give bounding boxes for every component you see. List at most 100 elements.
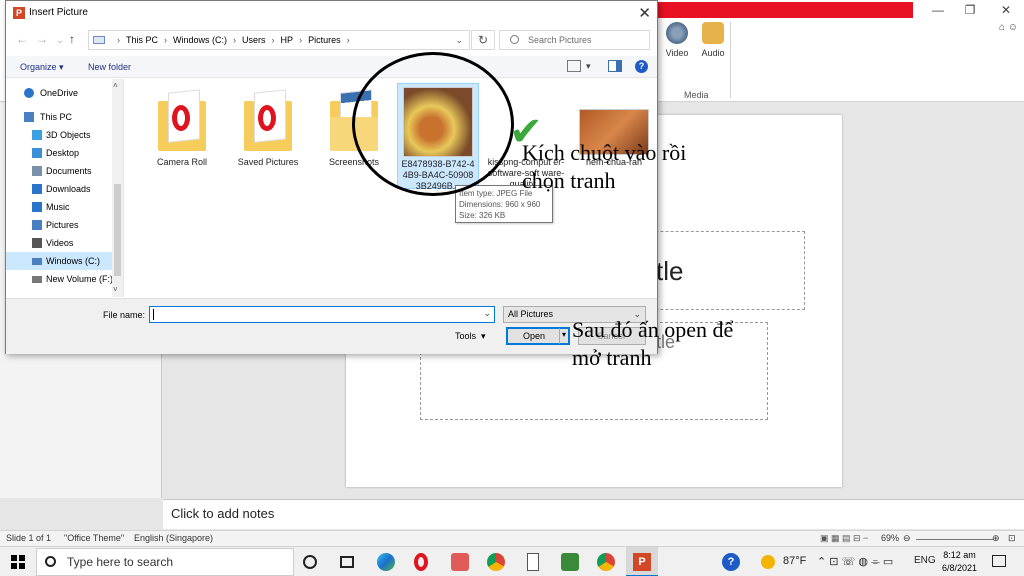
- nav-item-downloads[interactable]: Downloads: [6, 180, 112, 198]
- forward-arrow-icon[interactable]: →: [36, 32, 48, 46]
- dialog-close-button[interactable]: ✕: [638, 4, 651, 22]
- zoom-in-button[interactable]: ⊕: [992, 533, 1000, 544]
- nav-item-3d-objects[interactable]: 3D Objects: [6, 126, 112, 144]
- zoom-slider[interactable]: [916, 539, 994, 540]
- video-button[interactable]: Video: [664, 22, 690, 58]
- view-buttons[interactable]: ▣ ▦ ▤ ⊟ −: [820, 533, 868, 544]
- address-bar[interactable]: › This PC › Windows (C:) › Users › HP › …: [88, 30, 470, 50]
- app-icon[interactable]: [561, 553, 579, 571]
- nav-item-onedrive[interactable]: OneDrive: [6, 84, 112, 102]
- input-language[interactable]: ENG: [914, 555, 936, 566]
- up-arrow-icon[interactable]: ↑: [69, 32, 75, 46]
- powerpoint-taskbar-button[interactable]: P: [626, 547, 658, 576]
- nav-item-windows-c[interactable]: Windows (C:): [6, 252, 112, 270]
- nav-label: Pictures: [46, 220, 79, 230]
- opera-browser-icon[interactable]: [414, 553, 428, 571]
- breadcrumb-item[interactable]: Users: [242, 31, 266, 49]
- nav-label: Music: [46, 202, 70, 212]
- file-document-icon[interactable]: [527, 553, 539, 571]
- breadcrumb-item[interactable]: This PC: [126, 31, 158, 49]
- annotation-line: Kích chuột vào rồi: [522, 140, 687, 165]
- open-dropdown-icon[interactable]: ▾: [562, 330, 566, 339]
- search-placeholder: Search Pictures: [528, 35, 592, 45]
- scroll-up-icon[interactable]: ˄: [113, 81, 118, 90]
- zoom-level[interactable]: 69%: [881, 533, 899, 543]
- organize-label: Organize: [20, 62, 57, 72]
- annotation-circle: [352, 52, 514, 196]
- nav-scrollbar[interactable]: ˄ ˅: [112, 79, 123, 297]
- powerpoint-logo-icon: P: [13, 7, 25, 19]
- nav-item-this-pc[interactable]: This PC: [6, 108, 112, 126]
- file-item[interactable]: Saved Pictures: [227, 89, 309, 168]
- maximize-button[interactable]: ❐: [960, 2, 980, 18]
- taskbar-clock[interactable]: 8:12 am 6/8/2021: [942, 549, 977, 575]
- audio-button[interactable]: Audio: [700, 22, 726, 58]
- title-placeholder-text: tle: [656, 256, 684, 286]
- tools-label: Tools: [455, 331, 477, 341]
- organize-button[interactable]: Organize ▾: [20, 62, 64, 73]
- nav-item-documents[interactable]: Documents: [6, 162, 112, 180]
- nav-label: This PC: [40, 112, 73, 122]
- open-button[interactable]: Open ▾: [506, 327, 570, 345]
- breadcrumb: › This PC › Windows (C:) › Users › HP › …: [111, 31, 356, 49]
- nav-label: Windows (C:): [46, 256, 101, 266]
- nav-item-music[interactable]: Music: [6, 198, 112, 216]
- taskbar-search-input[interactable]: Type here to search: [36, 548, 294, 576]
- help-icon[interactable]: ?: [722, 553, 740, 571]
- new-folder-button[interactable]: New folder: [88, 62, 131, 72]
- close-window-button[interactable]: ✕: [996, 2, 1016, 18]
- chrome-browser-icon[interactable]: [597, 553, 615, 571]
- language-status[interactable]: English (Singapore): [134, 533, 213, 543]
- weather-sun-icon[interactable]: [761, 555, 775, 569]
- nav-item-new-volume-f[interactable]: New Volume (F:): [6, 270, 114, 288]
- chevron-down-icon[interactable]: ⌄: [455, 31, 463, 49]
- scrollbar-thumb[interactable]: [114, 184, 121, 276]
- tools-button[interactable]: Tools ▾: [455, 331, 486, 342]
- edge-browser-icon[interactable]: [377, 553, 395, 571]
- ribbon-options-icon[interactable]: ⌂ ☺: [999, 22, 1018, 33]
- drive-icon: [32, 276, 42, 283]
- refresh-button[interactable]: ↻: [471, 30, 495, 50]
- view-options-icon[interactable]: [567, 60, 581, 72]
- chrome-browser-icon[interactable]: [487, 553, 505, 571]
- opera-folder-icon: [244, 89, 292, 151]
- nav-item-pictures[interactable]: Pictures: [6, 216, 112, 234]
- nav-item-videos[interactable]: Videos: [6, 234, 112, 252]
- cortana-icon[interactable]: [303, 555, 317, 569]
- powerpoint-title-accent: [658, 2, 913, 18]
- breadcrumb-item[interactable]: HP: [281, 31, 294, 49]
- minimize-button[interactable]: —: [928, 2, 948, 18]
- weather-temperature[interactable]: 87°F: [783, 555, 806, 567]
- chevron-down-icon[interactable]: ⌄: [483, 308, 491, 319]
- nav-label: New Volume (F:): [46, 274, 114, 284]
- file-name-input[interactable]: ⌄: [149, 306, 495, 323]
- view-dropdown-icon[interactable]: ▾: [586, 61, 591, 72]
- search-input[interactable]: Search Pictures: [499, 30, 650, 50]
- recent-dropdown-icon[interactable]: ⌄: [56, 35, 64, 46]
- opera-folder-icon: [158, 89, 206, 151]
- video-label: Video: [665, 48, 689, 58]
- back-arrow-icon[interactable]: ←: [16, 32, 28, 46]
- file-item[interactable]: Camera Roll: [141, 89, 223, 168]
- preview-pane-icon[interactable]: [608, 60, 622, 72]
- store-app-icon[interactable]: [451, 553, 469, 571]
- slide-count: Slide 1 of 1: [6, 533, 52, 543]
- notification-icon[interactable]: [992, 555, 1006, 567]
- nav-label: Documents: [46, 166, 92, 176]
- nav-item-desktop[interactable]: Desktop: [6, 144, 112, 162]
- zoom-out-button[interactable]: ⊖: [903, 533, 911, 544]
- help-icon[interactable]: ?: [635, 60, 648, 73]
- windows-start-icon[interactable]: [11, 555, 25, 569]
- fit-slide-button[interactable]: ⊡: [1008, 533, 1016, 544]
- task-view-icon[interactable]: [340, 556, 354, 568]
- document-icon: [32, 166, 42, 176]
- breadcrumb-item[interactable]: Pictures: [308, 31, 341, 49]
- computer-icon: [24, 112, 34, 122]
- notes-pane[interactable]: [163, 499, 1024, 529]
- dialog-title: Insert Picture: [29, 7, 88, 18]
- tray-icons[interactable]: ⌃ ⊡ ☏ ◍ ⌯ ▭: [817, 555, 893, 569]
- breadcrumb-item[interactable]: Windows (C:): [173, 31, 227, 49]
- search-icon: [45, 556, 56, 567]
- scroll-down-icon[interactable]: ˅: [113, 285, 118, 294]
- command-bar: Organize ▾ New folder ▾ ?: [6, 56, 657, 78]
